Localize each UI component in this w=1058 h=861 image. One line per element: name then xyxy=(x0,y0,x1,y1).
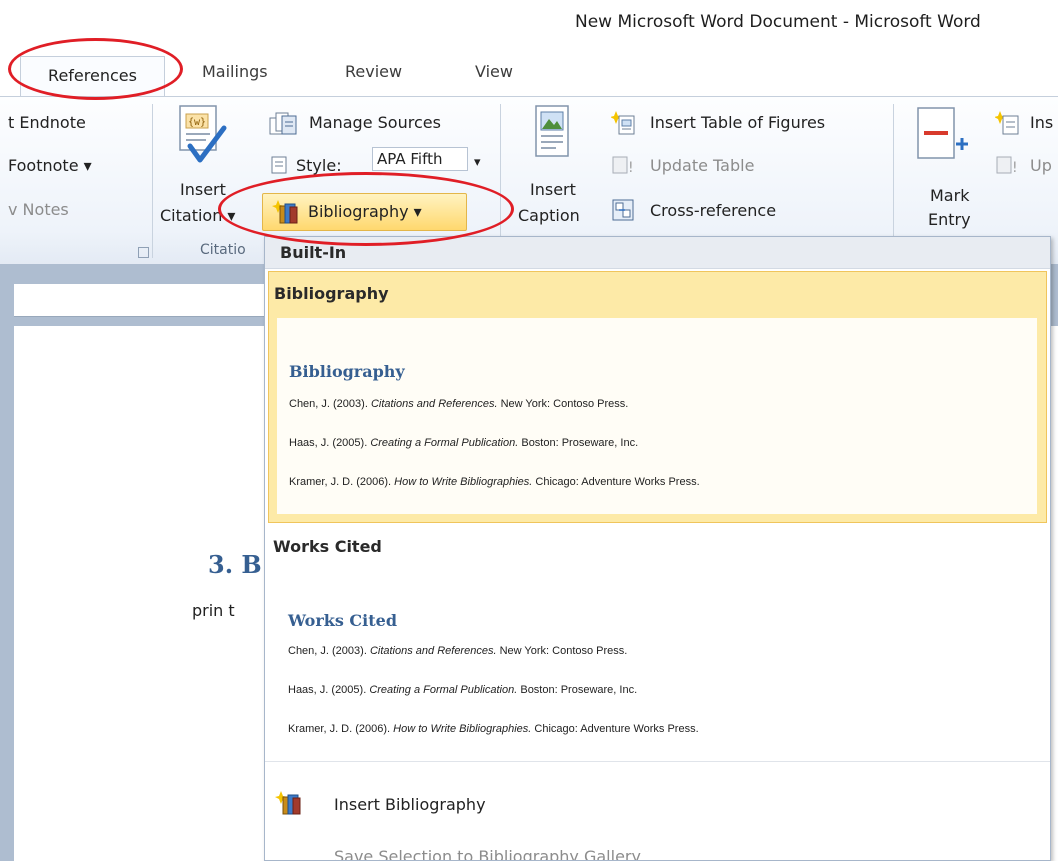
bibliography-dropdown-menu: Built-In Bibliography Bibliography Chen,… xyxy=(264,236,1051,861)
show-notes-button[interactable]: v Notes xyxy=(8,200,69,219)
gallery-item-title: Bibliography xyxy=(274,284,389,303)
bibliography-preview: Bibliography Chen, J. (2003). Citations … xyxy=(277,318,1037,514)
preview-entry: Chen, J. (2003). Citations and Reference… xyxy=(288,645,628,657)
insert-caption-label: Insert xyxy=(530,180,576,199)
update-index-icon: ! xyxy=(995,155,1021,177)
gallery-item-title: Works Cited xyxy=(273,537,382,556)
style-icon xyxy=(270,155,292,175)
dialog-launcher-icon[interactable] xyxy=(138,247,149,258)
mark-entry-label: Mark xyxy=(930,186,970,205)
citations-group-label: Citatio xyxy=(200,242,246,258)
mark-entry-icon[interactable] xyxy=(912,106,974,168)
preview-entry: Haas, J. (2005). Creating a Formal Publi… xyxy=(288,684,638,696)
style-dropdown[interactable]: APA Fifth xyxy=(372,147,468,171)
insert-citation-label: Insert xyxy=(180,180,226,199)
document-body-text: prin t xyxy=(192,601,235,620)
next-footnote-button[interactable]: Footnote ▾ xyxy=(8,156,92,175)
insert-bibliography-label: Insert Bibliography xyxy=(334,795,486,814)
svg-text:{w}: {w} xyxy=(188,117,206,128)
annotation-circle-bibliography xyxy=(218,172,514,246)
insert-citation-icon[interactable]: {w} xyxy=(176,104,230,172)
document-heading: 3. B xyxy=(208,550,262,579)
tab-review[interactable]: Review xyxy=(345,62,402,81)
svg-text:!: ! xyxy=(1012,160,1018,176)
manage-sources-icon xyxy=(268,110,300,138)
tab-view[interactable]: View xyxy=(475,62,513,81)
preview-entry: Kramer, J. D. (2006). How to Write Bibli… xyxy=(289,476,700,488)
preview-entry: Haas, J. (2005). Creating a Formal Publi… xyxy=(289,437,639,449)
insert-table-of-figures-icon xyxy=(610,110,637,136)
style-value: APA Fifth xyxy=(377,150,443,168)
gallery-item-bibliography[interactable]: Bibliography Bibliography Chen, J. (2003… xyxy=(268,271,1047,523)
bibliography-icon xyxy=(275,789,305,817)
group-divider xyxy=(152,104,153,258)
preview-entry: Chen, J. (2003). Citations and Reference… xyxy=(289,398,629,410)
save-selection-menu-item[interactable]: Save Selection to Bibliography Gallery..… xyxy=(265,841,1050,861)
insert-index-button[interactable]: Ins xyxy=(1030,113,1053,132)
ruler xyxy=(14,284,266,317)
tab-mailings[interactable]: Mailings xyxy=(202,62,268,81)
insert-endnote-button[interactable]: t Endnote xyxy=(8,113,86,132)
insert-bibliography-menu-item[interactable]: Insert Bibliography xyxy=(265,789,1050,825)
preview-entry: Kramer, J. D. (2006). How to Write Bibli… xyxy=(288,723,699,735)
group-divider xyxy=(893,104,894,258)
save-selection-label: Save Selection to Bibliography Gallery..… xyxy=(334,847,654,861)
insert-caption-icon[interactable] xyxy=(526,104,576,170)
manage-sources-button[interactable]: Manage Sources xyxy=(309,113,441,132)
group-divider xyxy=(500,104,501,258)
update-table-icon: ! xyxy=(611,155,637,177)
insert-table-of-figures-button[interactable]: Insert Table of Figures xyxy=(650,113,825,132)
mark-entry-button[interactable]: Entry xyxy=(928,210,971,229)
preview-heading: Works Cited xyxy=(288,611,397,630)
cross-reference-button[interactable]: Cross-reference xyxy=(650,201,776,220)
cross-reference-icon xyxy=(611,198,637,222)
update-table-button[interactable]: Update Table xyxy=(650,156,754,175)
insert-index-icon xyxy=(994,110,1021,136)
style-dropdown-arrow[interactable]: ▾ xyxy=(474,155,481,170)
window-title: New Microsoft Word Document - Microsoft … xyxy=(575,12,981,32)
preview-heading: Bibliography xyxy=(289,362,405,381)
svg-text:!: ! xyxy=(628,160,634,176)
update-index-button[interactable]: Up xyxy=(1030,156,1052,175)
annotation-circle-references xyxy=(8,38,183,100)
gallery-item-works-cited[interactable]: Works Cited Works Cited Chen, J. (2003).… xyxy=(268,529,1047,757)
menu-divider xyxy=(265,761,1050,762)
insert-caption-button[interactable]: Caption xyxy=(518,206,580,225)
